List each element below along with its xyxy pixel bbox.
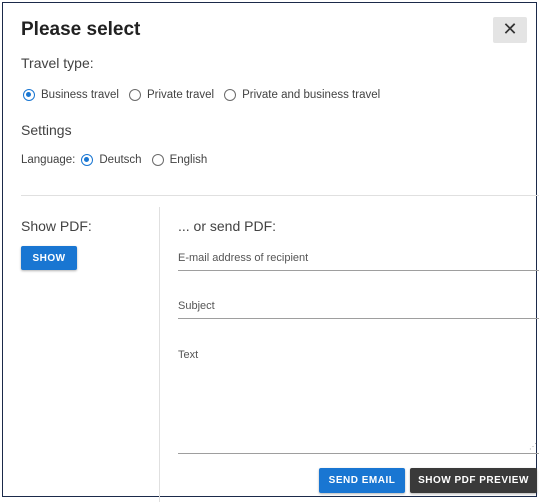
resize-handle-icon[interactable]: ⋰ bbox=[529, 442, 537, 451]
radio-unchecked-icon[interactable] bbox=[224, 89, 237, 101]
send-pdf-label: ... or send PDF: bbox=[178, 218, 277, 234]
column-divider bbox=[159, 207, 160, 502]
email-field-placeholder: E-mail address of recipient bbox=[178, 252, 309, 264]
radio-label: Deutsch bbox=[99, 154, 142, 166]
show-pdf-label: Show PDF: bbox=[21, 218, 92, 234]
radio-unchecked-icon[interactable] bbox=[128, 89, 141, 101]
radio-business-travel[interactable]: Business travel bbox=[23, 89, 119, 101]
language-label: Language: bbox=[21, 154, 76, 166]
radio-label: Business travel bbox=[41, 89, 119, 101]
travel-type-radio-group: Business travel Private travel Private a… bbox=[23, 89, 390, 101]
show-button[interactable]: SHOW bbox=[21, 246, 77, 270]
radio-label: Private travel bbox=[146, 89, 215, 101]
radio-checked-icon[interactable] bbox=[81, 154, 94, 166]
radio-label: English bbox=[169, 154, 208, 166]
radio-checked-icon[interactable] bbox=[23, 89, 35, 101]
radio-unchecked-icon[interactable] bbox=[151, 154, 164, 166]
radio-english[interactable]: English bbox=[151, 154, 208, 166]
email-field[interactable]: E-mail address of recipient bbox=[178, 250, 539, 271]
radio-label: Private and business travel bbox=[242, 89, 381, 101]
close-icon: ✕ bbox=[502, 19, 518, 40]
travel-type-label: Travel type: bbox=[21, 55, 94, 71]
text-field-placeholder: Text bbox=[178, 349, 199, 361]
close-button[interactable]: ✕ bbox=[493, 17, 527, 43]
radio-private-and-business-travel[interactable]: Private and business travel bbox=[224, 89, 380, 101]
subject-field-placeholder: Subject bbox=[178, 300, 215, 312]
subject-field[interactable]: Subject bbox=[178, 298, 539, 319]
show-pdf-preview-button[interactable]: SHOW PDF PREVIEW bbox=[410, 468, 537, 493]
send-email-button[interactable]: SEND EMAIL bbox=[319, 468, 405, 493]
text-field[interactable]: Text ⋰ bbox=[178, 347, 539, 454]
section-divider bbox=[21, 195, 539, 196]
settings-label: Settings bbox=[21, 122, 72, 138]
language-radio-group: Language: Deutsch English bbox=[21, 154, 217, 166]
radio-private-travel[interactable]: Private travel bbox=[128, 89, 215, 101]
select-dialog: Please select ✕ Travel type: Business tr… bbox=[2, 2, 539, 502]
radio-deutsch[interactable]: Deutsch bbox=[81, 154, 142, 166]
dialog-title: Please select bbox=[21, 19, 141, 40]
